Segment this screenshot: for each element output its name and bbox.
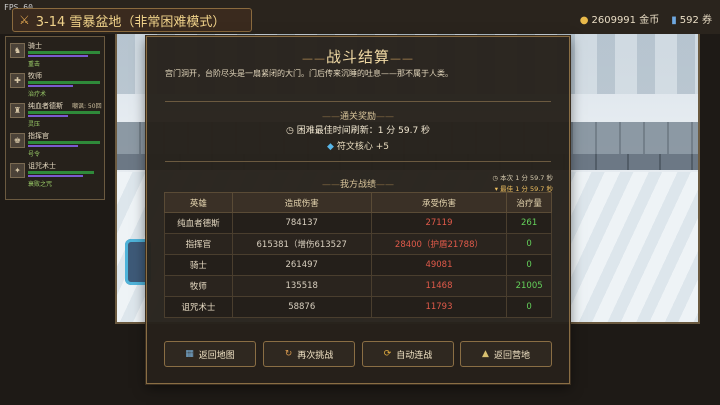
hero-cell: 纯血者德斯 — [164, 212, 233, 234]
party-panel: ♞ 骑士 重击 ✚ 牧师 治疗术 ♜ 纯血者德斯 嘲讽: 50回 灵压 ♚ 指挥… — [5, 36, 105, 200]
mp-bar — [28, 145, 78, 147]
column-header: 承受伤害 — [370, 192, 508, 213]
panel-title: ——战斗结算—— — [301, 48, 414, 66]
retry-button[interactable]: ↻ 再次挑战 — [263, 341, 355, 367]
best-time-reward: ◷ 困难最佳时间刷新：1 分 59.7 秒 — [285, 126, 431, 136]
this-time-note: ◷ 本次 1 分 59.7 秒 — [492, 174, 553, 182]
column-header: 造成伤害 — [231, 192, 372, 213]
hp-bar — [28, 51, 100, 54]
currency-display: ● 2609991 金币 ▮ 592 券 — [580, 11, 712, 26]
table-row: 纯血者德斯 784137 27119 261 — [164, 212, 552, 234]
party-member[interactable]: ♜ 纯血者德斯 嘲讽: 50回 灵压 — [10, 101, 102, 129]
auto-battle-icon: ⟳ — [383, 349, 392, 359]
commander-portrait-icon: ♚ — [10, 133, 25, 148]
hp-bar — [28, 171, 94, 174]
damage-dealt-cell: 261497 — [231, 254, 372, 276]
damage-dealt-cell: 135518 — [231, 275, 372, 297]
ticket-counter: ▮ 592 券 — [671, 15, 712, 26]
member-skill: 灵压 — [28, 121, 41, 128]
camp-icon: ▲ — [482, 349, 489, 359]
member-skill: 衰败之咒 — [28, 181, 53, 188]
member-name: 诅咒术士 — [28, 162, 56, 170]
button-label: 返回地图 — [198, 350, 235, 361]
damage-dealt-cell: 615381（增伤613527 — [231, 233, 372, 255]
mp-bar — [28, 85, 73, 87]
table-row: 指挥官 615381（增伤613527 28400（护盾21788） 0 — [164, 233, 552, 255]
mp-bar — [28, 175, 83, 177]
damage-taken-cell: 27119 — [370, 212, 508, 234]
rune-core-icon: ◆ — [327, 142, 334, 152]
table-row: 骑士 261497 49081 0 — [164, 254, 552, 276]
hp-bar — [28, 81, 100, 84]
mp-bar — [28, 115, 68, 117]
clock-icon: ◷ — [492, 174, 499, 182]
member-name: 骑士 — [28, 42, 42, 50]
auto-battle-button[interactable]: ⟳ 自动连战 — [362, 341, 454, 367]
healing-cell: 0 — [506, 296, 552, 318]
member-skill: 重击 — [28, 61, 41, 68]
healing-cell: 0 — [506, 233, 552, 255]
ticket-icon: ▮ — [671, 15, 677, 26]
column-header: 英雄 — [164, 192, 233, 213]
clock-icon: ◷ — [285, 126, 294, 136]
divider — [165, 101, 551, 102]
healing-cell: 21005 — [506, 275, 552, 297]
gold-counter: ● 2609991 金币 — [579, 15, 660, 26]
healing-cell: 0 — [506, 254, 552, 276]
mp-bar — [28, 55, 88, 57]
stage-title: 3-14 雪暴盆地（非常困难模式） — [35, 14, 226, 30]
table-header-row: 英雄 造成伤害 承受伤害 治疗量 — [164, 192, 552, 213]
hero-cell: 指挥官 — [164, 233, 233, 255]
back-to-map-button[interactable]: ▦ 返回地图 — [164, 341, 256, 367]
hero-cell: 骑士 — [164, 254, 233, 276]
party-member[interactable]: ✦ 诅咒术士 衰败之咒 — [10, 161, 102, 189]
stage-title-chip: ⚔ 3-14 雪暴盆地（非常困难模式） — [12, 8, 253, 32]
warrior-portrait-icon: ♜ — [10, 103, 25, 118]
coin-icon: ● — [579, 15, 589, 26]
rune-reward: ◆ 符文核心 +5 — [327, 142, 389, 152]
damage-dealt-cell: 784137 — [231, 212, 372, 234]
button-label: 再次挑战 — [297, 350, 334, 361]
column-header: 治疗量 — [506, 192, 552, 213]
damage-taken-cell: 11468 — [370, 275, 508, 297]
battle-result-panel: ——战斗结算—— 宫门洞开，台阶尽头是一扇紧闭的大门。门后传来沉睡的吐息——那不… — [146, 36, 570, 384]
damage-taken-cell: 11793 — [370, 296, 508, 318]
party-member[interactable]: ♞ 骑士 重击 — [10, 41, 102, 69]
hp-bar — [28, 141, 100, 144]
damage-taken-cell: 28400（护盾21788） — [370, 233, 508, 255]
damage-taken-cell: 49081 — [370, 254, 508, 276]
map-icon: ▦ — [185, 349, 194, 359]
hero-cell: 诅咒术士 — [164, 296, 233, 318]
top-bar: FPS 60 ⚔ 3-14 雪暴盆地（非常困难模式） ●2609991 金币 ▮… — [0, 0, 720, 34]
warlock-portrait-icon: ✦ — [10, 163, 25, 178]
table-row: 牧师 135518 11468 21005 — [164, 275, 552, 297]
retry-icon: ↻ — [284, 349, 293, 359]
hero-cell: 牧师 — [164, 275, 233, 297]
member-skill: 治疗术 — [28, 91, 47, 98]
member-name: 指挥官 — [28, 132, 49, 140]
party-member[interactable]: ✚ 牧师 治疗术 — [10, 71, 102, 99]
reward-section-title: ——通关奖励—— — [321, 112, 394, 122]
divider — [165, 161, 551, 162]
member-status: 嘲讽: 50回 — [72, 103, 102, 110]
table-row: 诅咒术士 58876 11793 0 — [164, 296, 552, 318]
hp-bar — [28, 111, 100, 114]
member-name: 纯血者德斯 — [28, 102, 63, 110]
member-name: 牧师 — [28, 72, 42, 80]
member-skill: 号令 — [28, 151, 41, 158]
story-text: 宫门洞开，台阶尽头是一扇紧闭的大门。门后传来沉睡的吐息——那不属于人类。 — [165, 69, 453, 78]
crossed-swords-icon: ⚔ — [19, 13, 30, 27]
damage-dealt-cell: 58876 — [231, 296, 372, 318]
party-member[interactable]: ♚ 指挥官 号令 — [10, 131, 102, 159]
button-label: 自动连战 — [396, 350, 433, 361]
priest-portrait-icon: ✚ — [10, 73, 25, 88]
button-label: 返回营地 — [493, 350, 530, 361]
battle-stats-table: 英雄 造成伤害 承受伤害 治疗量 纯血者德斯 784137 27119 261 … — [164, 192, 552, 318]
healing-cell: 261 — [506, 212, 552, 234]
back-to-camp-button[interactable]: ▲ 返回营地 — [460, 341, 552, 367]
knight-portrait-icon: ♞ — [10, 43, 25, 58]
